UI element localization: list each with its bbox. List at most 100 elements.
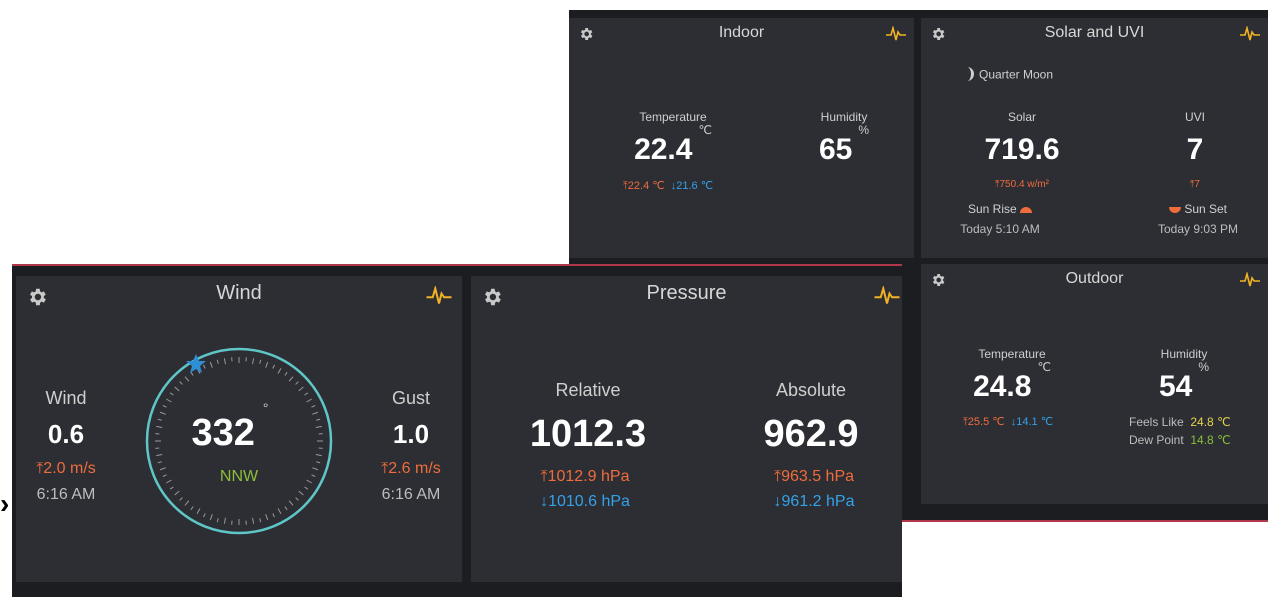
wind-panel: Wind Wind 0.6 ⤒2.0 m/s 6:16 AM 332° NNW … (16, 276, 462, 582)
sunrise-icon (1020, 207, 1032, 213)
sunrise-time: Today 5:10 AM (960, 222, 1039, 236)
compass-tick (307, 480, 312, 483)
compass-tick (197, 509, 200, 514)
solar-value: 719.6 (984, 133, 1059, 167)
compass-tick (191, 507, 193, 510)
gust-max: ⤒2.6 m/s (381, 460, 441, 478)
compass-tick (163, 475, 167, 477)
compass-tick (210, 514, 212, 520)
dew-point: Dew Point 14.8 ℃ (1129, 433, 1231, 447)
compass-tick (253, 518, 254, 524)
pulse-chart-icon[interactable] (886, 26, 906, 47)
compass-tick (175, 387, 180, 391)
pressure-panel: Pressure Relative 1012.3 ⤒1012.9 hPa ↓10… (471, 276, 902, 582)
compass-tick (316, 455, 322, 456)
compass-tick (316, 426, 322, 427)
compass-tick (253, 358, 254, 364)
compass-tick (296, 382, 299, 385)
compass-tick (156, 426, 162, 427)
edge-arrow: › (0, 488, 9, 520)
gust-time: 6:16 AM (382, 486, 441, 504)
temperature-range: ⤒25.5 ℃ ↓14.1 ℃ (963, 415, 1053, 429)
sunset-label: Sun Set (1169, 202, 1227, 216)
sunset-icon (1169, 207, 1181, 213)
compass-tick (316, 419, 320, 420)
wind-max: ⤒2.0 m/s (36, 460, 96, 478)
compass-tick (312, 468, 318, 470)
compass-tick (273, 365, 275, 369)
compass-tick (217, 360, 218, 364)
compass-tick (224, 518, 225, 524)
absolute-value: 962.9 (763, 413, 858, 456)
relative-low: ↓1010.6 hPa (540, 493, 630, 511)
humidity-label: Humidity (821, 110, 868, 124)
temperature-value: 24.8℃ (973, 370, 1051, 404)
uvi-label: UVI (1185, 110, 1205, 124)
compass-tick (156, 455, 162, 456)
compass-tick (305, 487, 308, 489)
solar-uvi-panel: Solar and UVI Quarter Moon Solar 719.6 ⤒… (921, 18, 1268, 258)
panel-title: Outdoor (921, 270, 1268, 288)
absolute-label: Absolute (776, 380, 846, 401)
panel-title: Solar and UVI (921, 24, 1268, 42)
compass-tick (170, 487, 173, 489)
wind-label: Wind (45, 388, 86, 409)
absolute-low: ↓961.2 hPa (774, 493, 855, 511)
compass-tick (266, 362, 268, 368)
panel-title: Indoor (569, 24, 914, 42)
pulse-chart-icon[interactable] (874, 286, 900, 311)
wind-direction-degrees: 332° (191, 412, 268, 455)
pulse-chart-icon[interactable] (1240, 272, 1260, 293)
compass-tick (217, 518, 218, 522)
compass-tick (299, 387, 304, 391)
wind-direction-cardinal: NNW (220, 468, 258, 486)
uvi-value: 7 (1187, 133, 1204, 167)
compass-tick (296, 498, 299, 501)
compass-tick (289, 377, 293, 382)
gust-value: 1.0 (393, 419, 429, 450)
absolute-high: ⤒963.5 hPa (774, 468, 854, 486)
humidity-label: Humidity (1161, 347, 1208, 361)
moon-icon (965, 67, 975, 84)
compass-tick (160, 468, 166, 470)
wind-speed-value: 0.6 (48, 419, 84, 450)
compass-tick (224, 358, 225, 364)
compass-tick (278, 509, 281, 514)
temperature-label: Temperature (978, 347, 1045, 361)
sunrise-label: Sun Rise (968, 202, 1032, 216)
relative-value: 1012.3 (530, 413, 646, 456)
pulse-chart-icon[interactable] (1240, 26, 1260, 47)
compass-tick (266, 514, 268, 520)
gust-label: Gust (392, 388, 430, 409)
compass-tick (289, 501, 293, 506)
moon-phase: Quarter Moon (965, 67, 1053, 84)
compass-tick (160, 412, 166, 414)
compass-tick (170, 393, 173, 395)
feels-like: Feels Like 24.8 ℃ (1129, 415, 1231, 429)
compass-tick (204, 514, 206, 518)
compass-tick (180, 382, 183, 385)
compass-tick (166, 399, 171, 402)
indoor-panel: Indoor Temperature 22.4℃ ⤒22.4 ℃ ↓21.6 ℃… (569, 18, 914, 258)
uvi-max: ⤒7 (1190, 179, 1200, 190)
humidity-value: 54% (1159, 370, 1209, 404)
compass-tick (185, 501, 189, 506)
compass-tick (180, 498, 183, 501)
compass-tick (312, 475, 316, 477)
solar-label: Solar (1008, 110, 1036, 124)
humidity-value: 65% (819, 133, 869, 167)
compass-tick (312, 406, 316, 408)
sunset-time: Today 9:03 PM (1158, 222, 1238, 236)
compass-tick (163, 406, 167, 408)
temperature-label: Temperature (639, 110, 706, 124)
compass-tick (166, 480, 171, 483)
compass-tick (210, 362, 212, 368)
temperature-range: ⤒22.4 ℃ ↓21.6 ℃ (623, 179, 713, 193)
compass-tick (191, 372, 193, 375)
pulse-chart-icon[interactable] (426, 286, 452, 311)
compass-tick (278, 368, 281, 373)
relative-label: Relative (555, 380, 620, 401)
compass-tick (260, 360, 261, 364)
temperature-value: 22.4℃ (634, 133, 712, 167)
min-icon: ↓ (774, 493, 782, 510)
